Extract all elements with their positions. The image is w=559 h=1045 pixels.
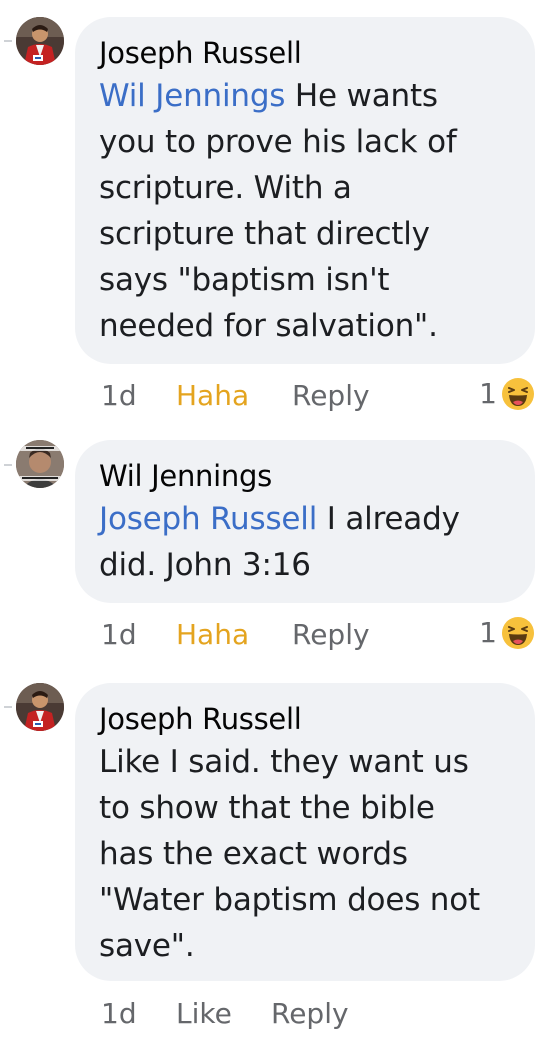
comment-bubble: Joseph Russell Wil Jennings He wants you… bbox=[75, 17, 535, 364]
comment-timestamp[interactable]: 1d bbox=[101, 376, 176, 416]
reaction-button[interactable]: Haha bbox=[176, 376, 292, 416]
reaction-count: 1 bbox=[479, 616, 497, 649]
comment-body: He wants you to prove his lack of script… bbox=[99, 78, 457, 344]
thread-connector bbox=[4, 464, 12, 466]
avatar-image-icon bbox=[16, 683, 64, 731]
comment-text: Joseph Russell I already did. John 3:16 bbox=[99, 496, 511, 588]
reaction-button[interactable]: Haha bbox=[176, 615, 292, 655]
avatar-image-icon bbox=[16, 17, 64, 65]
comment-actions: 1d Haha Reply bbox=[101, 376, 370, 416]
comment-bubble: Joseph Russell Like I said. they want us… bbox=[75, 683, 535, 981]
avatar-image-icon bbox=[16, 440, 64, 488]
reaction-summary[interactable]: 1 bbox=[479, 613, 535, 653]
avatar-joseph-russell[interactable] bbox=[16, 17, 64, 65]
haha-emoji-icon bbox=[501, 616, 535, 650]
mention-link[interactable]: Wil Jennings bbox=[99, 78, 285, 114]
comment-author[interactable]: Joseph Russell bbox=[99, 699, 511, 739]
avatar-joseph-russell[interactable] bbox=[16, 683, 64, 731]
comment-author[interactable]: Joseph Russell bbox=[99, 33, 511, 73]
reaction-summary[interactable]: 1 bbox=[479, 374, 535, 414]
comment-author[interactable]: Wil Jennings bbox=[99, 456, 511, 496]
comment-text: Like I said. they want us to show that t… bbox=[99, 739, 511, 969]
reply-button[interactable]: Reply bbox=[292, 615, 370, 655]
reply-button[interactable]: Reply bbox=[271, 994, 349, 1034]
avatar-wil-jennings[interactable] bbox=[16, 440, 64, 488]
comment-actions: 1d Haha Reply bbox=[101, 615, 370, 655]
reply-button[interactable]: Reply bbox=[292, 376, 370, 416]
reaction-count: 1 bbox=[479, 377, 497, 410]
comment-body: Like I said. they want us to show that t… bbox=[99, 744, 480, 964]
comment-text: Wil Jennings He wants you to prove his l… bbox=[99, 73, 511, 349]
thread-connector bbox=[4, 40, 12, 42]
thread-connector bbox=[4, 706, 12, 708]
comment-bubble: Wil Jennings Joseph Russell I already di… bbox=[75, 440, 535, 603]
comment-timestamp[interactable]: 1d bbox=[101, 994, 176, 1034]
like-button[interactable]: Like bbox=[176, 994, 271, 1034]
haha-emoji-icon bbox=[501, 377, 535, 411]
mention-link[interactable]: Joseph Russell bbox=[99, 501, 317, 537]
comment-timestamp[interactable]: 1d bbox=[101, 615, 176, 655]
comment-actions: 1d Like Reply bbox=[101, 994, 349, 1034]
